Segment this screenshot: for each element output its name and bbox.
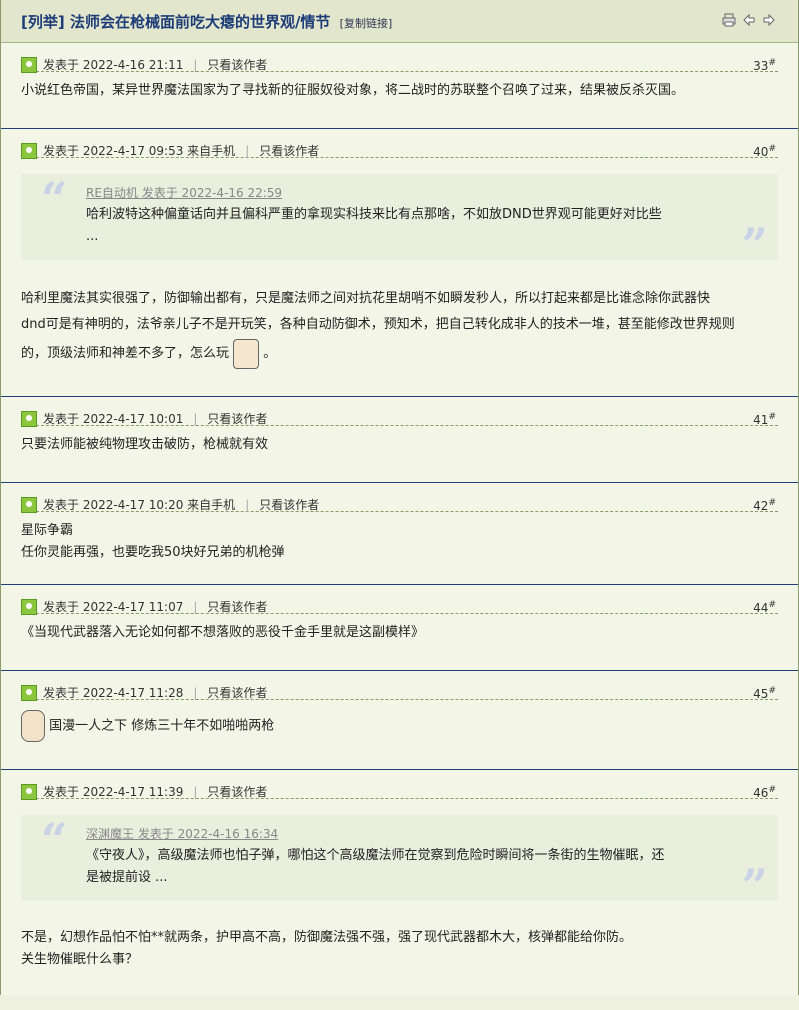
post-content: 《当现代武器落入无论如何都不想落败的恶役千金手里就是这副模样》 [1,614,798,654]
thread-category[interactable]: [列举] [21,13,65,31]
post-content: 星际争霸 任你灵能再强，也要吃我50块好兄弟的机枪弹 [1,512,798,574]
post-content: “ RE自动机 发表于 2022-4-16 22:59 哈利波特这种偏童话向并且… [1,158,798,380]
only-author-link[interactable]: 只看该作者 [207,56,267,73]
thread-title-bar: [列举] 法师会在枪械面前吃大瘪的世界观/情节 [复制链接] [1,0,798,43]
thread-title-text: 法师会在枪械面前吃大瘪的世界观/情节 [69,13,331,31]
only-author-link[interactable]: 只看该作者 [259,142,319,159]
post-text: 国漫一人之下 修炼三十年不如啪啪两枪 [49,718,275,734]
quote-close-icon: ” [741,218,768,272]
post-40: 发表于 2022-4-17 09:53 来自手机 | 只看该作者 40# “ R… [1,129,798,397]
post-header: 发表于 2022-4-17 11:39 | 只看该作者 46# [21,770,778,800]
post-time: 2022-4-17 11:39 [82,784,184,799]
post-45: 发表于 2022-4-17 11:28 | 只看该作者 45# 国漫一人之下 修… [1,671,798,770]
post-time: 2022-4-17 11:07 [82,599,184,614]
post-header: 发表于 2022-4-17 11:28 | 只看该作者 45# [21,671,778,701]
post-text: 不是，幻想作品怕不怕**就两条，护甲高不高，防御魔法强不强，强了现代武器都木大，… [21,930,633,945]
quote-block: “ 深渊魔王 发表于 2022-4-16 16:34 《守夜人》，高级魔法师也怕… [21,813,778,909]
post-text: 《当现代武器落入无论如何都不想落败的恶役千金手里就是这副模样》 [21,625,425,640]
posted-label: 发表于 [43,412,80,426]
floor-number[interactable]: 41# [753,412,776,427]
post-time: 2022-4-17 10:01 [82,411,184,426]
post-text: 关生物催眠什么事？ [21,952,139,967]
user-icon[interactable] [21,410,37,427]
next-arrow-icon[interactable] [762,13,776,27]
post-content: 国漫一人之下 修炼三十年不如啪啪两枪 [1,700,798,752]
post-text: 。 [263,346,277,361]
quote-text: 哈利波特这种偏童话向并且偏科严重的拿现实科技来比有点那啥，不如放DND世界观可能… [86,207,662,222]
post-header: 发表于 2022-4-17 09:53 来自手机 | 只看该作者 40# [21,129,778,159]
post-time: 2022-4-17 11:28 [82,685,184,700]
quote-header[interactable]: RE自动机 发表于 2022-4-16 22:59 [86,182,718,204]
post-time: 2022-4-17 10:20 [82,497,184,512]
post-41: 发表于 2022-4-17 10:01 | 只看该作者 41# 只要法师能被纯物… [1,397,798,483]
floor-number[interactable]: 33# [753,58,776,73]
posted-label: 发表于 [43,686,80,700]
post-text: 的，顶级法师和神差不多了，怎么玩 [21,346,230,361]
quote-text: 是被提前设 ... [86,870,168,885]
prev-arrow-icon[interactable] [742,13,756,27]
only-author-link[interactable]: 只看该作者 [207,410,267,427]
mobile-label: 来自手机 [187,144,236,158]
post-content: “ 深渊魔王 发表于 2022-4-16 16:34 《守夜人》，高级魔法师也怕… [1,799,798,981]
post-header: 发表于 2022-4-17 10:20 来自手机 | 只看该作者 42# [21,483,778,513]
only-author-link[interactable]: 只看该作者 [207,783,267,800]
only-author-link[interactable]: 只看该作者 [207,684,267,701]
quote-open-icon: “ [41,813,68,867]
floor-number[interactable]: 45# [753,686,776,701]
post-44: 发表于 2022-4-17 11:07 | 只看该作者 44# 《当现代武器落入… [1,585,798,671]
post-text: 只要法师能被纯物理攻击破防，枪械就有效 [21,437,269,452]
floor-number[interactable]: 44# [753,600,776,615]
quote-text: 《守夜人》，高级魔法师也怕子弹，哪怕这个高级魔法师在觉察到危险时瞬间将一条街的生… [86,848,665,863]
quote-close-icon: ” [741,859,768,913]
post-text: 哈利里魔法其实很强了，防御输出都有，只是魔法师之间对抗花里胡哨不如瞬发秒人，所以… [21,291,711,306]
post-time: 2022-4-17 09:53 [82,143,184,158]
posted-label: 发表于 [43,600,80,614]
posted-label: 发表于 [43,498,80,512]
user-icon[interactable] [21,598,37,615]
post-content: 只要法师能被纯物理攻击破防，枪械就有效 [1,426,798,466]
post-46: 发表于 2022-4-17 11:39 | 只看该作者 46# “ 深渊魔王 发… [1,770,798,1010]
post-text: 小说红色帝国，某异世界魔法国家为了寻找新的征服奴役对象，将二战时的苏联整个召唤了… [21,83,685,98]
post-text: dnd可是有神明的，法爷亲儿子不是开玩笑，各种自动防御术，预知术，把自己转化成非… [21,317,735,332]
only-author-link[interactable]: 只看该作者 [207,598,267,615]
post-text: 任你灵能再强，也要吃我50块好兄弟的机枪弹 [21,545,285,560]
user-icon[interactable] [21,56,37,73]
quote-more: ... [86,229,99,244]
quote-open-icon: “ [41,172,68,226]
user-icon[interactable] [21,142,37,159]
floor-number[interactable]: 40# [753,144,776,159]
post-33: 发表于 2022-4-16 21:11 | 只看该作者 33# 小说红色帝国，某… [1,43,798,129]
floor-number[interactable]: 42# [753,498,776,513]
user-icon[interactable] [21,496,37,513]
face-emoji-icon [21,710,45,742]
floor-number[interactable]: 46# [753,785,776,800]
copy-link-button[interactable]: [复制链接] [340,17,393,30]
posted-label: 发表于 [43,58,80,72]
sticker-emoji-icon [233,338,260,369]
user-icon[interactable] [21,684,37,701]
user-icon[interactable] [21,783,37,800]
post-header: 发表于 2022-4-17 10:01 | 只看该作者 41# [21,397,778,427]
post-text: 星际争霸 [21,523,74,538]
post-42: 发表于 2022-4-17 10:20 来自手机 | 只看该作者 42# 星际争… [1,483,798,585]
only-author-link[interactable]: 只看该作者 [259,496,319,513]
post-header: 发表于 2022-4-16 21:11 | 只看该作者 33# [21,43,778,73]
mobile-label: 来自手机 [187,498,236,512]
post-content: 小说红色帝国，某异世界魔法国家为了寻找新的征服奴役对象，将二战时的苏联整个召唤了… [1,72,798,112]
thread-frame: [列举] 法师会在枪械面前吃大瘪的世界观/情节 [复制链接] 发表于 2022-… [0,0,799,995]
post-header: 发表于 2022-4-17 11:07 | 只看该作者 44# [21,585,778,615]
posted-label: 发表于 [43,785,80,799]
print-icon[interactable] [722,13,736,27]
thread-title: [列举] 法师会在枪械面前吃大瘪的世界观/情节 [复制链接] [21,11,392,32]
posted-label: 发表于 [43,144,80,158]
post-time: 2022-4-16 21:11 [82,57,184,72]
quote-block: “ RE自动机 发表于 2022-4-16 22:59 哈利波特这种偏童话向并且… [21,172,778,268]
quote-header[interactable]: 深渊魔王 发表于 2022-4-16 16:34 [86,823,718,845]
